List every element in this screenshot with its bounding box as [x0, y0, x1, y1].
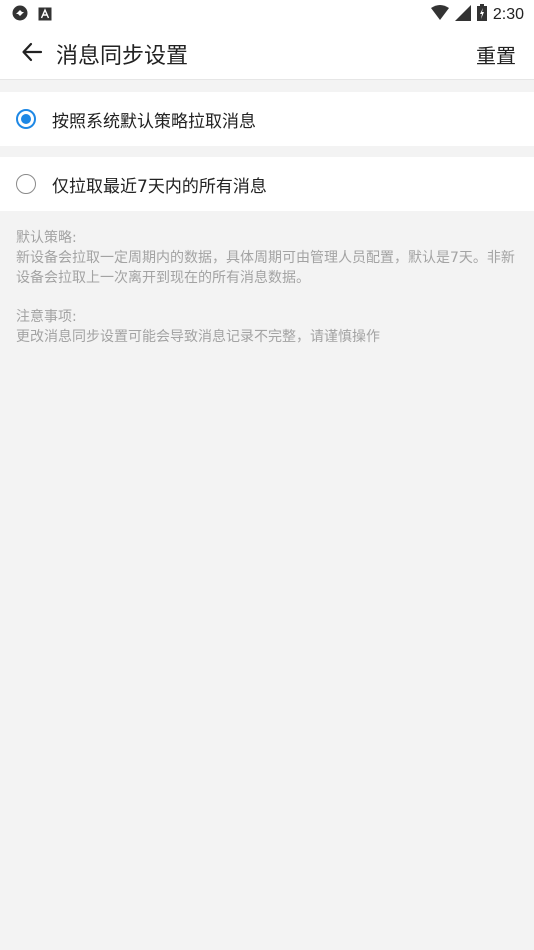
- sync-icon: [12, 5, 28, 25]
- app-bar: 消息同步设置 重置: [0, 28, 534, 80]
- status-bar: 2:30: [0, 0, 534, 28]
- wifi-icon: [430, 4, 449, 25]
- back-button[interactable]: [18, 40, 46, 68]
- arrow-left-icon: [21, 41, 43, 67]
- note-text: 新设备会拉取一定周期内的数据，具体周期可由管理人员配置，默认是7天。非新设备会拉…: [16, 250, 515, 286]
- option-label: 仅拉取最近7天内的所有消息: [52, 176, 267, 197]
- status-bar-right: 2:30: [430, 4, 524, 25]
- note-title: 注意事项:: [16, 309, 77, 325]
- note-text: 更改消息同步设置可能会导致消息记录不完整，请谨慎操作: [16, 329, 380, 345]
- option-last-7-days[interactable]: 仅拉取最近7天内的所有消息: [0, 157, 534, 211]
- reset-button[interactable]: 重置: [476, 40, 516, 69]
- battery-icon: [476, 4, 487, 25]
- status-bar-left: [12, 5, 52, 25]
- page-title: 消息同步设置: [56, 44, 189, 69]
- status-time: 2:30: [492, 5, 524, 23]
- signal-icon: [454, 4, 471, 25]
- option-default-strategy[interactable]: 按照系统默认策略拉取消息: [0, 92, 534, 146]
- note-title: 默认策略:: [16, 230, 77, 246]
- caution-note: 注意事项: 更改消息同步设置可能会导致消息记录不完整，请谨慎操作: [16, 307, 516, 347]
- notification-a-icon: [38, 6, 52, 25]
- option-label: 按照系统默认策略拉取消息: [52, 111, 256, 132]
- radio-button-unchecked[interactable]: [16, 174, 36, 194]
- radio-button-checked[interactable]: [16, 109, 36, 129]
- default-strategy-note: 默认策略: 新设备会拉取一定周期内的数据，具体周期可由管理人员配置，默认是7天。…: [16, 228, 516, 288]
